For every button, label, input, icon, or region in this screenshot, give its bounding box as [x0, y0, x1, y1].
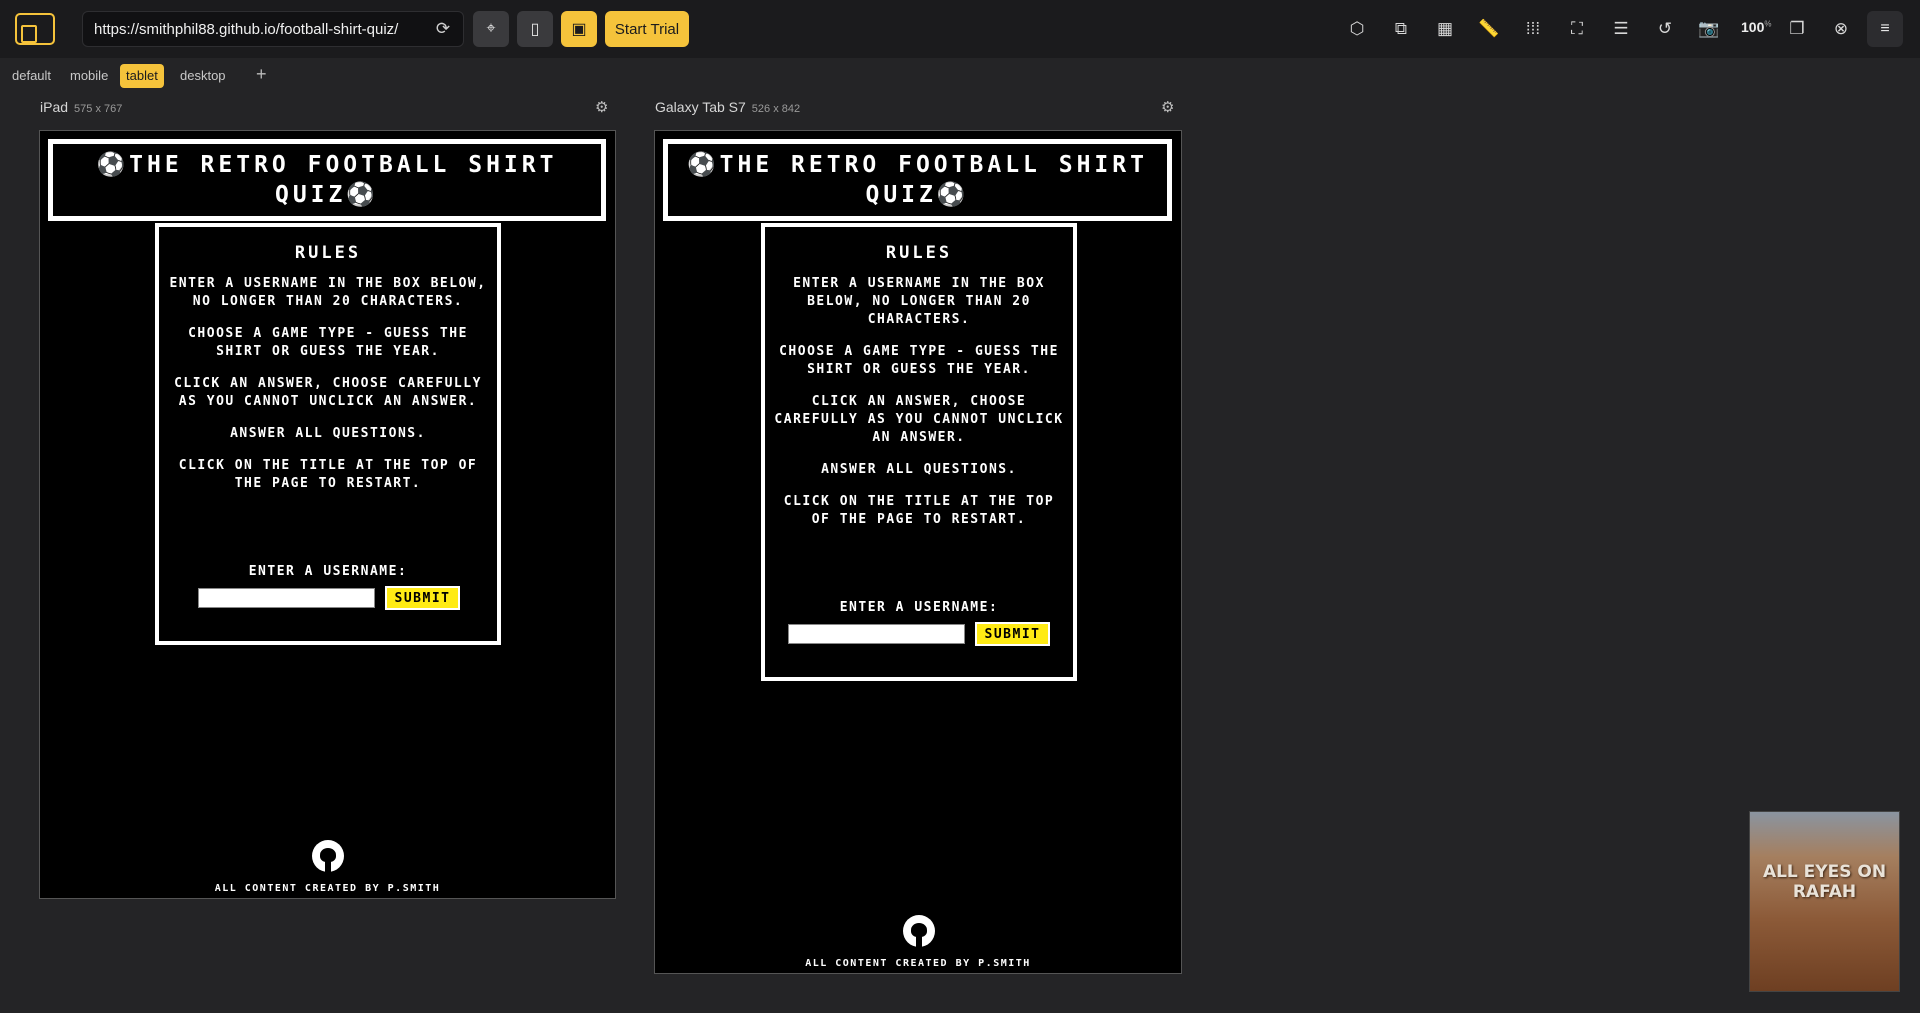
username-input[interactable]: [198, 588, 375, 608]
username-label: Enter a username:: [248, 564, 408, 579]
rule-item: Click an answer, choose carefully as you…: [774, 394, 1064, 445]
cursor-icon: ⌖: [486, 20, 496, 37]
rule-item: Choose a game type - Guess the shirt or …: [779, 344, 1059, 377]
rule-item: Click on the title at the top of the pag…: [783, 494, 1055, 527]
rules-box: Rules Enter a username in the box below,…: [155, 223, 501, 645]
tab-desktop[interactable]: desktop: [174, 64, 232, 88]
tab-default[interactable]: default: [6, 64, 57, 88]
github-icon[interactable]: [903, 915, 935, 947]
camera-icon[interactable]: 📷: [1697, 17, 1721, 41]
rule-item: Answer all questions.: [230, 426, 426, 441]
cube-icon[interactable]: ⬡: [1345, 17, 1369, 41]
phone-icon: ▯: [530, 21, 540, 38]
gear-icon[interactable]: ⚙: [595, 98, 608, 116]
rotate-icon[interactable]: ↺: [1653, 17, 1677, 41]
menu-button[interactable]: ≡: [1867, 11, 1903, 47]
screenshot-frame-icon[interactable]: ⛶: [1565, 17, 1589, 41]
username-input[interactable]: [788, 624, 965, 644]
rules-heading: Rules: [885, 243, 953, 263]
top-toolbar: https://smithphil88.github.io/football-s…: [0, 0, 1920, 58]
responsive-view-button[interactable]: ▣: [561, 11, 597, 47]
copy-icon[interactable]: ❐: [1785, 17, 1809, 41]
device-dims: 575 x 767: [74, 103, 123, 115]
device-frame-galaxy: ⚽The Retro Football Shirt Quiz⚽ Rules En…: [654, 130, 1182, 974]
device-dims: 526 x 842: [751, 103, 801, 115]
rule-item: Enter a username in the box below, no lo…: [169, 276, 487, 309]
rules-box: Rules Enter a username in the box below,…: [761, 223, 1077, 681]
start-trial-button[interactable]: Start Trial: [605, 11, 689, 47]
add-tab-button[interactable]: +: [256, 62, 267, 86]
layers-icon[interactable]: ☰: [1609, 17, 1633, 41]
gear-icon[interactable]: ⚙: [1161, 98, 1174, 116]
rules-heading: Rules: [294, 243, 362, 263]
reload-icon[interactable]: ⟳: [433, 19, 453, 39]
dots-grid-icon[interactable]: ⁞⁞⁞: [1521, 17, 1545, 41]
rule-item: Click on the title at the top of the pag…: [178, 458, 478, 491]
thumbnail-image[interactable]: ALL EYES ON RAFAH: [1749, 811, 1900, 992]
rule-item: Enter a username in the box below, no lo…: [793, 276, 1045, 327]
tab-tablet[interactable]: tablet: [120, 64, 164, 88]
url-text: https://smithphil88.github.io/football-s…: [94, 20, 399, 38]
submit-button[interactable]: Submit: [975, 622, 1050, 646]
overlap-icon[interactable]: ⧉: [1389, 17, 1413, 41]
app-logo-icon[interactable]: [15, 13, 55, 45]
rule-item: Click an answer, choose carefully as you…: [174, 376, 482, 409]
device-phone-button[interactable]: ▯: [517, 11, 553, 47]
page-title[interactable]: ⚽The Retro Football Shirt Quiz⚽: [663, 139, 1172, 221]
grid-icon[interactable]: ▦: [1433, 17, 1457, 41]
username-label: Enter a username:: [839, 600, 999, 615]
thumbnail-text: ALL EYES ON RAFAH: [1762, 862, 1887, 902]
close-circle-icon[interactable]: ⊗: [1829, 17, 1853, 41]
device-frame-ipad: ⚽The Retro Football Shirt Quiz⚽ Rules En…: [39, 130, 616, 899]
rule-item: Answer all questions.: [821, 462, 1017, 477]
inspect-cursor-button[interactable]: ⌖: [473, 11, 509, 47]
url-input[interactable]: https://smithphil88.github.io/football-s…: [82, 11, 464, 47]
tab-mobile[interactable]: mobile: [64, 64, 114, 88]
zoom-level[interactable]: 100%: [1741, 19, 1771, 35]
submit-button[interactable]: Submit: [385, 586, 460, 610]
device-name: Galaxy Tab S7: [655, 99, 746, 115]
device-name: iPad: [40, 99, 69, 115]
devices-icon: ▣: [571, 21, 587, 38]
rule-item: Choose a game type - Guess the shirt or …: [188, 326, 468, 359]
zoom-value: 100: [1741, 19, 1765, 35]
device-header-ipad: iPad 575 x 767: [40, 99, 122, 115]
page-title[interactable]: ⚽The Retro Football Shirt Quiz⚽: [48, 139, 606, 221]
zoom-unit: %: [1764, 19, 1772, 29]
hamburger-icon: ≡: [1880, 20, 1890, 37]
credit-text: All content created by P.Smith: [214, 883, 441, 894]
device-header-galaxy: Galaxy Tab S7 526 x 842: [655, 99, 800, 115]
credit-text: All content created by P.Smith: [805, 958, 1031, 969]
github-icon[interactable]: [312, 840, 344, 872]
ruler-icon[interactable]: 📏: [1477, 17, 1501, 41]
